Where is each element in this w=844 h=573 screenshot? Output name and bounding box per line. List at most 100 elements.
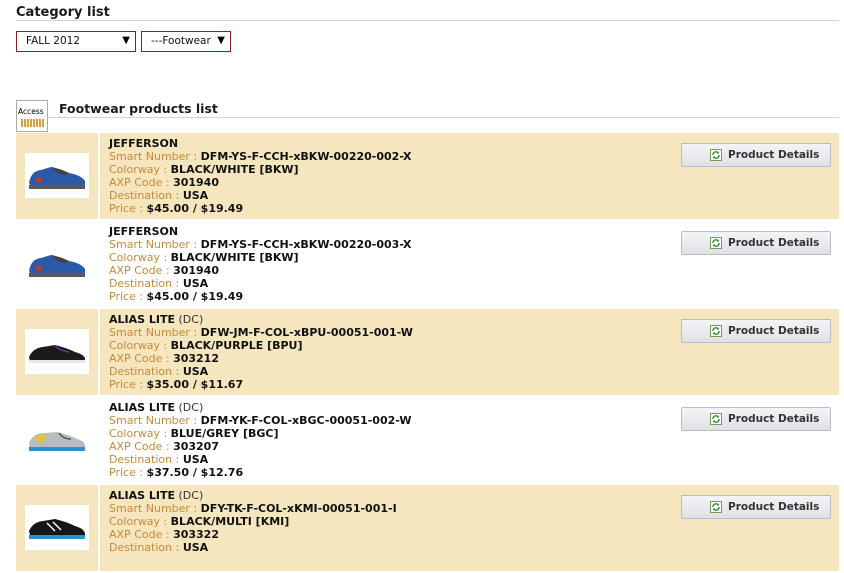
- smart-number-value: DFM-YS-F-CCH-xBKW-00220-002-X: [200, 150, 412, 163]
- product-image-cell: [16, 221, 98, 307]
- product-row: ALIAS LITE (DC) Smart Number : DFW-JM-F-…: [16, 309, 839, 397]
- category-list-title: Category list: [16, 5, 110, 20]
- destination-value: USA: [182, 541, 209, 554]
- smart-number-value: DFW-JM-F-COL-xBPU-00051-001-W: [200, 326, 413, 339]
- product-name: ALIAS LITE: [109, 313, 175, 326]
- smart-number-value: DFM-YK-F-COL-xBGC-00051-002-W: [200, 414, 412, 427]
- destination-value: USA: [182, 365, 209, 378]
- product-name: ALIAS LITE: [109, 401, 175, 414]
- price-label: Price :: [109, 466, 147, 479]
- axp-code-label: AXP Code :: [109, 528, 174, 541]
- smart-number-label: Smart Number :: [109, 150, 201, 163]
- product-image-cell: [16, 133, 98, 219]
- product-row: JEFFERSON Smart Number : DFM-YS-F-CCH-xB…: [16, 133, 839, 221]
- destination-label: Destination :: [109, 453, 183, 466]
- destination-label: Destination :: [109, 189, 183, 202]
- access-logo: Access: [16, 100, 48, 132]
- season-select[interactable]: FALL 2012 ▼: [16, 31, 136, 52]
- axp-code-value: 301940: [173, 176, 219, 189]
- smart-number-label: Smart Number :: [109, 502, 201, 515]
- destination-value: USA: [182, 277, 209, 290]
- black-sneaker-icon[interactable]: [25, 329, 89, 374]
- product-details-button[interactable]: Product Details: [681, 407, 831, 431]
- product-image-cell: [16, 485, 98, 571]
- product-image-cell: [16, 309, 98, 395]
- product-details-label: Product Details: [728, 325, 820, 337]
- product-name: JEFFERSON: [109, 225, 179, 238]
- product-row: ALIAS LITE (DC) Smart Number : DFY-TK-F-…: [16, 485, 839, 573]
- product-details-button[interactable]: Product Details: [681, 143, 831, 167]
- colorway-value: BLACK/WHITE [BKW]: [170, 163, 299, 176]
- colorway-value: BLACK/MULTI [KMI]: [170, 515, 290, 528]
- destination-label: Destination :: [109, 277, 183, 290]
- axp-code-value: 303322: [173, 528, 219, 541]
- chevron-down-icon: ▼: [217, 35, 225, 46]
- colorway-label: Colorway :: [109, 427, 171, 440]
- refresh-icon: [710, 325, 722, 337]
- blue-sneaker-icon[interactable]: [25, 153, 89, 198]
- product-image-cell: [16, 397, 98, 483]
- product-info-cell: ALIAS LITE (DC) Smart Number : DFY-TK-F-…: [100, 485, 839, 571]
- product-details-button[interactable]: Product Details: [681, 231, 831, 255]
- smart-number-value: DFM-YS-F-CCH-xBKW-00220-003-X: [200, 238, 412, 251]
- product-info-cell: JEFFERSON Smart Number : DFM-YS-F-CCH-xB…: [100, 221, 839, 307]
- price-value: $45.00 / $19.49: [146, 202, 244, 215]
- colorway-label: Colorway :: [109, 339, 171, 352]
- destination-value: USA: [182, 453, 209, 466]
- colorway-label: Colorway :: [109, 515, 171, 528]
- product-details-button[interactable]: Product Details: [681, 495, 831, 519]
- destination-value: USA: [182, 189, 209, 202]
- price-value: $35.00 / $11.67: [146, 378, 244, 391]
- axp-code-label: AXP Code :: [109, 352, 174, 365]
- product-brand: (DC): [175, 489, 204, 502]
- category-select-value: ---Footwear: [151, 35, 211, 47]
- logo-text: Access: [18, 107, 44, 116]
- destination-label: Destination :: [109, 541, 183, 554]
- colorway-value: BLACK/PURPLE [BPU]: [170, 339, 303, 352]
- products-list-title: Footwear products list: [59, 101, 218, 116]
- blue-sneaker-icon[interactable]: [25, 241, 89, 286]
- product-details-label: Product Details: [728, 149, 820, 161]
- category-select[interactable]: ---Footwear ▼: [141, 31, 231, 52]
- axp-code-label: AXP Code :: [109, 264, 174, 277]
- axp-code-value: 301940: [173, 264, 219, 277]
- axp-code-value: 303212: [173, 352, 219, 365]
- grey-sneaker-icon[interactable]: [25, 417, 89, 462]
- smart-number-label: Smart Number :: [109, 414, 201, 427]
- product-brand: (DC): [175, 401, 204, 414]
- product-info-cell: ALIAS LITE (DC) Smart Number : DFW-JM-F-…: [100, 309, 839, 395]
- barcode-icon: [21, 119, 45, 127]
- product-details-label: Product Details: [728, 413, 820, 425]
- product-brand: (DC): [175, 313, 204, 326]
- axp-code-label: AXP Code :: [109, 176, 174, 189]
- colorway-value: BLACK/WHITE [BKW]: [170, 251, 299, 264]
- divider: [16, 20, 839, 21]
- refresh-icon: [710, 149, 722, 161]
- smart-number-label: Smart Number :: [109, 326, 201, 339]
- season-select-value: FALL 2012: [26, 35, 81, 47]
- axp-code-label: AXP Code :: [109, 440, 174, 453]
- destination-label: Destination :: [109, 365, 183, 378]
- refresh-icon: [710, 413, 722, 425]
- divider: [48, 117, 839, 118]
- product-row: JEFFERSON Smart Number : DFM-YS-F-CCH-xB…: [16, 221, 839, 309]
- product-info-cell: JEFFERSON Smart Number : DFM-YS-F-CCH-xB…: [100, 133, 839, 219]
- price-label: Price :: [109, 290, 147, 303]
- colorway-label: Colorway :: [109, 163, 171, 176]
- price-value: $37.50 / $12.76: [146, 466, 244, 479]
- smart-number-value: DFY-TK-F-COL-xKMI-00051-001-I: [200, 502, 397, 515]
- smart-number-label: Smart Number :: [109, 238, 201, 251]
- black-multi-sneaker-icon[interactable]: [25, 505, 89, 550]
- colorway-label: Colorway :: [109, 251, 171, 264]
- price-label: Price :: [109, 202, 147, 215]
- product-details-label: Product Details: [728, 237, 820, 249]
- axp-code-value: 303207: [173, 440, 219, 453]
- product-details-button[interactable]: Product Details: [681, 319, 831, 343]
- price-label: Price :: [109, 378, 147, 391]
- product-name: ALIAS LITE: [109, 489, 175, 502]
- refresh-icon: [710, 501, 722, 513]
- product-name: JEFFERSON: [109, 137, 179, 150]
- product-info-cell: ALIAS LITE (DC) Smart Number : DFM-YK-F-…: [100, 397, 839, 483]
- product-details-label: Product Details: [728, 501, 820, 513]
- product-row: ALIAS LITE (DC) Smart Number : DFM-YK-F-…: [16, 397, 839, 485]
